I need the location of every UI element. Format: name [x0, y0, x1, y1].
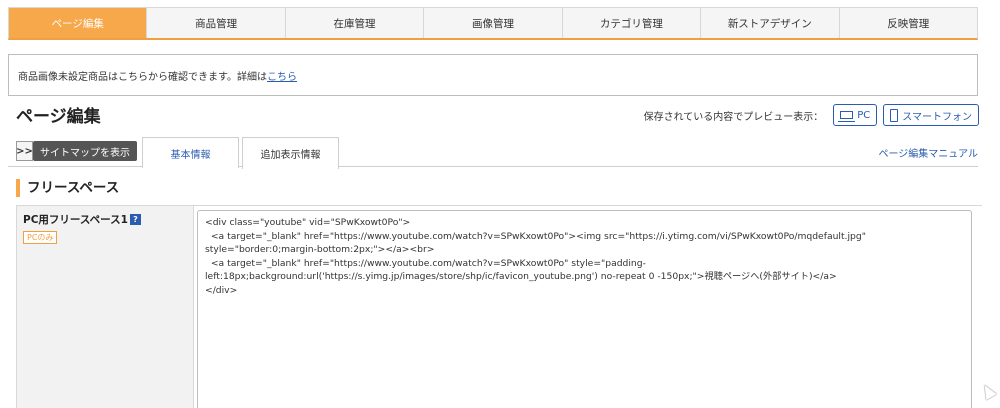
tab-product-management[interactable]: 商品管理 — [147, 8, 286, 38]
preview-smartphone-button[interactable]: スマートフォン — [883, 104, 979, 126]
sitemap-toggle[interactable]: >> サイトマップを表示 — [16, 141, 137, 161]
tab-inventory-management[interactable]: 在庫管理 — [285, 8, 425, 38]
page-title: ページ編集 — [16, 107, 101, 127]
tab-category-management[interactable]: カテゴリ管理 — [562, 8, 702, 38]
laptop-icon — [838, 111, 856, 122]
tab-new-store-design[interactable]: 新ストアデザイン — [701, 8, 840, 38]
section-title: フリースペース — [16, 179, 119, 197]
notice-box: 商品画像未設定商品はこちらから確認できます。詳細は こちら — [8, 54, 978, 96]
preview-pc-label: PC — [857, 109, 871, 121]
notice-link[interactable]: こちら — [267, 68, 297, 83]
preview-pc-button[interactable]: PC — [833, 104, 878, 126]
smartphone-icon — [890, 108, 899, 122]
tab-additional-info[interactable]: 追加表示情報 — [242, 137, 339, 169]
field-label: PC用フリースペース1 ? — [23, 212, 187, 227]
double-chevron-right-icon[interactable]: >> — [16, 141, 33, 161]
help-icon[interactable]: ? — [129, 214, 141, 225]
tab-publish-management[interactable]: 反映管理 — [839, 8, 977, 38]
sitemap-tooltip: サイトマップを表示 — [33, 141, 137, 161]
preview-sp-label: スマートフォン — [902, 111, 972, 123]
preview-bar: 保存されている内容でプレビュー表示： PC スマートフォン — [644, 104, 979, 126]
free-space-textarea[interactable]: <div class="youtube" vid="SPwKxowt0Po"> … — [197, 210, 972, 408]
preview-label: 保存されている内容でプレビュー表示： — [643, 111, 824, 123]
field-label-cell: PC用フリースペース1 ? PCのみ — [17, 206, 194, 408]
tab-basic-info[interactable]: 基本情報 — [142, 137, 239, 168]
field-label-text: PC用フリースペース1 — [23, 214, 128, 226]
pc-only-badge: PCのみ — [23, 231, 58, 244]
page-edit-manual-link[interactable]: ページ編集マニュアル — [879, 145, 979, 160]
subtab-row: >> サイトマップを表示 基本情報 追加表示情報 ページ編集マニュアル — [8, 134, 979, 169]
tab-image-management[interactable]: 画像管理 — [424, 8, 563, 38]
top-navigation: ページ編集 商品管理 在庫管理 画像管理 カテゴリ管理 新ストアデザイン 反映管… — [8, 7, 978, 40]
tab-page-edit[interactable]: ページ編集 — [9, 8, 148, 38]
notice-text: 商品画像未設定商品はこちらから確認できます。詳細は — [18, 71, 267, 83]
